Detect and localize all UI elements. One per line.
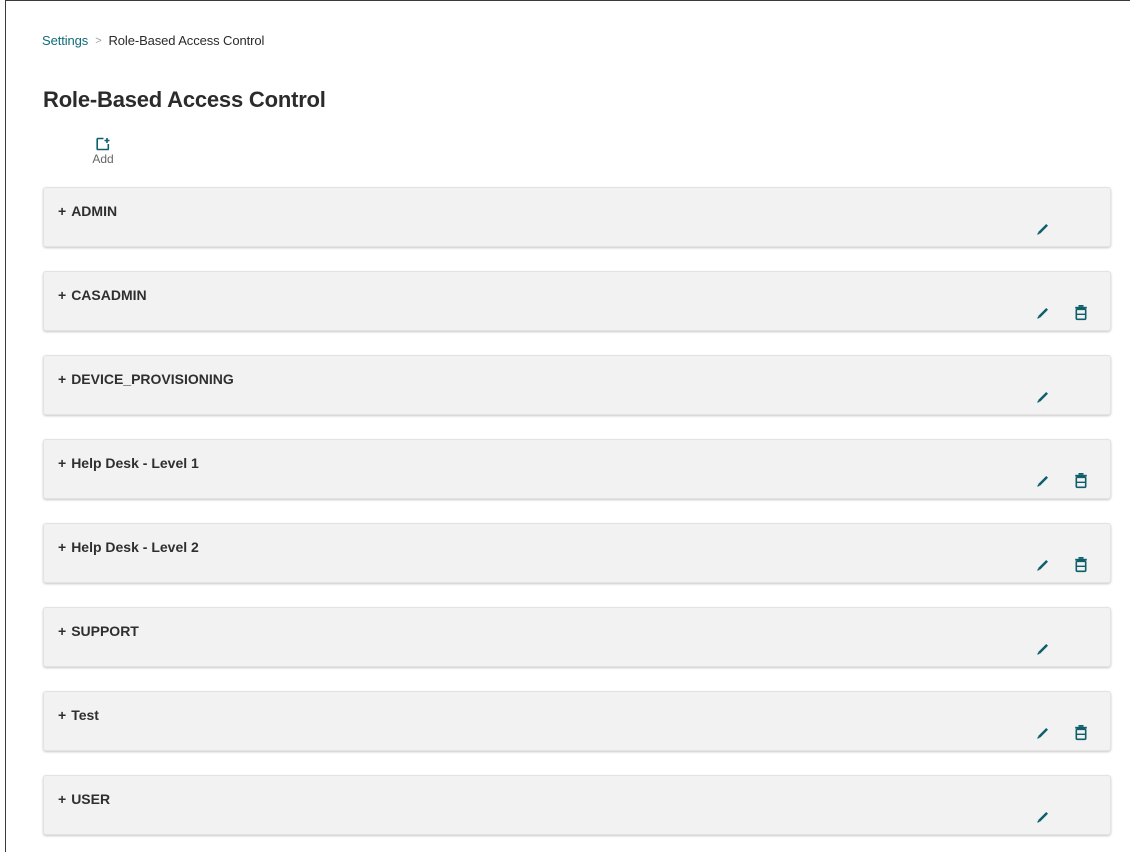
add-label: Add <box>92 152 114 166</box>
role-name: CASADMIN <box>71 287 147 303</box>
expand-plus-icon: + <box>58 287 67 303</box>
role-card[interactable]: + SUPPORT <box>43 607 1111 667</box>
breadcrumb-current: Role-Based Access Control <box>108 33 265 48</box>
breadcrumb: Settings > Role-Based Access Control <box>42 33 264 48</box>
edit-pencil-icon[interactable] <box>1035 473 1051 489</box>
breadcrumb-separator: > <box>95 34 102 47</box>
role-expand-toggle[interactable]: + SUPPORT <box>58 623 139 639</box>
role-expand-toggle[interactable]: + Test <box>58 707 99 723</box>
role-expand-toggle[interactable]: + ADMIN <box>58 203 117 219</box>
breadcrumb-settings-link[interactable]: Settings <box>42 33 88 48</box>
edit-pencil-icon[interactable] <box>1035 389 1051 405</box>
delete-trash-icon[interactable] <box>1073 304 1089 321</box>
edit-pencil-icon[interactable] <box>1035 221 1051 237</box>
role-expand-toggle[interactable]: + DEVICE_PROVISIONING <box>58 371 234 387</box>
role-card[interactable]: + CASADMIN <box>43 271 1111 331</box>
expand-plus-icon: + <box>58 707 67 723</box>
edit-pencil-icon[interactable] <box>1035 809 1051 825</box>
expand-plus-icon: + <box>58 791 67 807</box>
delete-trash-icon[interactable] <box>1073 556 1089 573</box>
role-name: Test <box>71 707 99 723</box>
role-expand-toggle[interactable]: + Help Desk - Level 2 <box>58 539 199 555</box>
expand-plus-icon: + <box>58 203 67 219</box>
role-card[interactable]: + Help Desk - Level 1 <box>43 439 1111 499</box>
edit-pencil-icon[interactable] <box>1035 557 1051 573</box>
add-icon <box>96 137 110 151</box>
role-card[interactable]: + ADMIN <box>43 187 1111 247</box>
role-list: + ADMIN + CASADMIN + DEVICE_PROVISIONING + Help… <box>43 187 1111 859</box>
page-title: Role-Based Access Control <box>43 87 326 112</box>
expand-plus-icon: + <box>58 371 67 387</box>
edit-pencil-icon[interactable] <box>1035 725 1051 741</box>
expand-plus-icon: + <box>58 539 67 555</box>
edit-pencil-icon[interactable] <box>1035 305 1051 321</box>
role-expand-toggle[interactable]: + USER <box>58 791 110 807</box>
role-name: ADMIN <box>71 203 118 219</box>
role-name: USER <box>71 791 111 807</box>
role-expand-toggle[interactable]: + Help Desk - Level 1 <box>58 455 199 471</box>
edit-pencil-icon[interactable] <box>1035 641 1051 657</box>
expand-plus-icon: + <box>58 455 67 471</box>
role-name: Help Desk - Level 2 <box>71 539 199 555</box>
role-card[interactable]: + DEVICE_PROVISIONING <box>43 355 1111 415</box>
add-role-button[interactable]: Add <box>86 137 120 166</box>
role-card[interactable]: + Test <box>43 691 1111 751</box>
role-name: Help Desk - Level 1 <box>71 455 199 471</box>
role-card[interactable]: + Help Desk - Level 2 <box>43 523 1111 583</box>
delete-trash-icon[interactable] <box>1073 472 1089 489</box>
role-expand-toggle[interactable]: + CASADMIN <box>58 287 147 303</box>
role-card[interactable]: + USER <box>43 775 1111 835</box>
role-name: SUPPORT <box>71 623 139 639</box>
role-name: DEVICE_PROVISIONING <box>71 371 234 387</box>
delete-trash-icon[interactable] <box>1073 724 1089 741</box>
expand-plus-icon: + <box>58 623 67 639</box>
